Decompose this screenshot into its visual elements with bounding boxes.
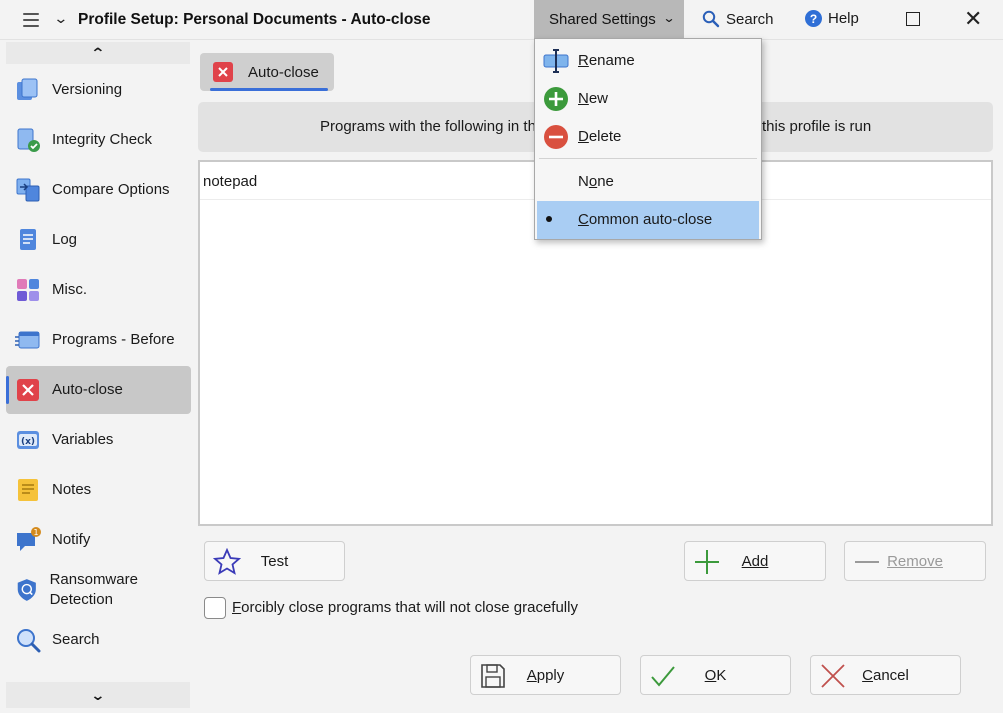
selected-bullet-icon <box>546 216 552 222</box>
apply-button[interactable]: Apply <box>470 655 621 695</box>
sidebar-item-auto-close[interactable]: Auto-close <box>6 366 191 414</box>
sidebar-item-label: Ransomware Detection <box>49 571 138 608</box>
sidebar-item-notify[interactable]: 1 Notify <box>6 516 191 564</box>
sidebar-item-versioning[interactable]: Versioning <box>6 66 191 114</box>
add-button[interactable]: Add <box>684 541 826 581</box>
banner-text-left: Programs with the following in th <box>320 118 536 135</box>
close-window-button[interactable]: ✕ <box>964 7 982 31</box>
variables-icon: (x) <box>17 431 39 449</box>
log-icon <box>20 229 36 250</box>
force-close-label: Forcibly close programs that will not cl… <box>232 599 578 616</box>
sidebar-item-search[interactable]: Search <box>6 616 191 664</box>
star-icon <box>213 548 241 575</box>
menu-separator <box>539 158 757 159</box>
sidebar-item-label: Programs - Before <box>52 331 175 348</box>
remove-button[interactable]: Remove <box>844 541 986 581</box>
chevron-down-icon: ⌄ <box>90 686 106 703</box>
sidebar: ⌃ Versioning Integrity Check Compare Opt… <box>0 40 196 713</box>
help-button[interactable]: ? Help <box>805 10 859 27</box>
tab-label: Auto-close <box>248 63 319 81</box>
menu-item-label: Delete <box>578 128 622 145</box>
plus-icon <box>695 550 719 574</box>
banner-text-right: this profile is run <box>762 118 872 135</box>
window-title: Profile Setup: Personal Documents - Auto… <box>78 11 431 28</box>
sidebar-scroll-up-button[interactable]: ⌃ <box>6 42 190 64</box>
sidebar-scroll-down-button[interactable]: ⌄ <box>6 682 190 708</box>
sidebar-item-label: Log <box>52 231 78 248</box>
menu-item-label: Common auto-close <box>578 211 713 228</box>
title-bar: ⌄ Profile Setup: Personal Documents - Au… <box>0 0 1003 40</box>
integrity-check-icon <box>17 128 40 152</box>
sidebar-item-label: Search <box>52 631 100 648</box>
shared-settings-menu: Rename New Delete None Common auto-close <box>534 38 762 240</box>
minus-icon <box>855 561 879 563</box>
auto-close-icon <box>17 379 39 401</box>
save-disk-icon <box>481 664 505 688</box>
menu-item-common-auto-close[interactable]: Common auto-close <box>537 201 759 239</box>
tab-auto-close[interactable]: Auto-close <box>200 53 334 91</box>
delete-circle-icon <box>544 125 568 149</box>
sidebar-item-programs-before[interactable]: Programs - Before <box>6 316 191 364</box>
sidebar-item-label: Notes <box>52 481 92 498</box>
auto-close-icon <box>213 62 233 82</box>
rename-icon <box>543 49 569 73</box>
add-circle-icon <box>544 87 568 111</box>
cancel-button[interactable]: Cancel <box>810 655 961 695</box>
sidebar-item-label: Integrity Check <box>52 131 153 148</box>
notify-icon: 1 <box>17 527 41 551</box>
checkmark-icon <box>651 666 675 687</box>
sidebar-item-integrity-check[interactable]: Integrity Check <box>6 116 191 164</box>
search-icon <box>17 629 41 653</box>
sidebar-item-ransomware-detection[interactable]: Ransomware Detection <box>6 566 191 614</box>
menu-item-none[interactable]: None <box>537 163 759 201</box>
sidebar-item-log[interactable]: Log <box>6 216 191 264</box>
help-label: Help <box>828 10 859 27</box>
help-icon: ? <box>805 10 822 27</box>
search-button[interactable]: Search <box>702 10 774 28</box>
versioning-icon <box>17 78 38 100</box>
sidebar-item-label: Auto-close <box>52 381 123 398</box>
compare-options-icon <box>16 178 40 202</box>
sidebar-item-label: Misc. <box>52 281 87 298</box>
shared-settings-label: Shared Settings <box>549 10 656 28</box>
sidebar-item-variables[interactable]: (x) Variables <box>6 416 191 464</box>
menu-item-label: None <box>578 173 614 190</box>
ransomware-detection-icon <box>17 579 36 601</box>
notes-icon <box>18 479 38 501</box>
svg-text:1: 1 <box>33 528 38 537</box>
search-label: Search <box>726 10 774 28</box>
search-icon <box>702 10 720 28</box>
svg-text:(x): (x) <box>21 437 35 447</box>
menu-item-new[interactable]: New <box>537 80 759 118</box>
sidebar-item-misc[interactable]: Misc. <box>6 266 191 314</box>
force-close-checkbox[interactable] <box>204 597 226 619</box>
menu-item-label: Rename <box>578 52 635 69</box>
sidebar-item-label: Versioning <box>52 81 123 98</box>
chevron-up-icon: ⌃ <box>90 44 106 61</box>
sidebar-item-label: Variables <box>52 431 114 448</box>
sidebar-item-label: Notify <box>52 531 91 548</box>
sidebar-item-notes[interactable]: Notes <box>6 466 191 514</box>
maximize-button[interactable] <box>906 12 920 26</box>
cancel-x-icon <box>821 664 845 688</box>
shared-settings-button[interactable]: Shared Settings ⌄ <box>534 0 684 38</box>
menu-item-rename[interactable]: Rename <box>537 42 759 80</box>
ok-button[interactable]: OK <box>640 655 791 695</box>
sidebar-item-label: Compare Options <box>52 181 170 198</box>
menu-item-delete[interactable]: Delete <box>537 118 759 156</box>
sidebar-item-compare-options[interactable]: Compare Options <box>6 166 191 214</box>
programs-before-icon <box>15 331 40 349</box>
tab-indicator <box>210 88 328 91</box>
misc-icon <box>17 279 39 301</box>
test-button[interactable]: Test <box>204 541 345 581</box>
hamburger-menu-icon[interactable] <box>18 11 44 29</box>
chevron-down-icon[interactable]: ⌄ <box>53 10 68 27</box>
chevron-down-icon: ⌄ <box>662 11 676 25</box>
menu-item-label: New <box>578 90 609 107</box>
